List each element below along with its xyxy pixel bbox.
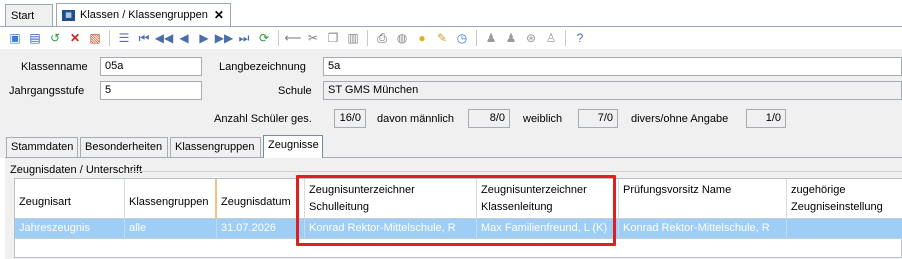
cut-icon[interactable]: ✂ (305, 30, 321, 46)
col-header-klassengruppen[interactable]: Klassengruppen (125, 179, 217, 219)
jahrgangsstufe-label: Jahrgangsstufe (9, 85, 85, 97)
langbezeichnung-label: Langbezeichnung (219, 61, 306, 73)
tab-start-label: Start (11, 9, 35, 22)
annotation-highlight-box (296, 175, 616, 246)
bulb-icon[interactable]: ● (414, 30, 430, 46)
first-icon[interactable]: ⏮ (136, 30, 152, 46)
klassenname-label: Klassenname (21, 61, 88, 73)
toolbar-separator (565, 30, 566, 46)
col-header-zeugniseinstellung[interactable]: zugehörige Zeugniseinstellung (787, 179, 902, 219)
divers-label: divers/ohne Angabe (631, 113, 729, 125)
help-icon[interactable]: ? (572, 30, 588, 46)
tab-klassen-label: Klassen / Klassengruppen (80, 9, 208, 21)
delete-icon[interactable]: ✕ (67, 30, 83, 46)
undo-icon[interactable]: ↺ (47, 30, 63, 46)
schule-label: Schule (278, 85, 312, 97)
next-icon[interactable]: ▶ (196, 30, 212, 46)
tab-klassen[interactable]: ▦ Klassen / Klassengruppen ✕ (56, 3, 231, 26)
table-icon: ▦ (62, 9, 75, 21)
cell-zeugnisart[interactable]: Jahreszeugnis (15, 219, 125, 238)
col-header-zeugnisdatum[interactable]: Zeugnisdatum (217, 179, 305, 219)
tab-klassengruppen[interactable]: Klassengruppen (170, 137, 261, 158)
tab-zeugnisse[interactable]: Zeugnisse (263, 135, 323, 158)
prev-icon[interactable]: ◀ (176, 30, 192, 46)
jahrgangsstufe-field[interactable]: 5 (100, 81, 202, 100)
clock-icon[interactable]: ◷ (454, 30, 470, 46)
close-icon[interactable]: ✕ (214, 8, 224, 22)
cell-zeugniseinstellung[interactable] (787, 219, 902, 238)
maennlich-value: 8/0 (468, 109, 510, 128)
schule-field: ST GMS München (323, 81, 902, 100)
filter-icon[interactable]: ⊛ (523, 30, 539, 46)
print-icon[interactable]: ⎙ (374, 30, 390, 46)
tab-start[interactable]: Start (5, 4, 53, 26)
tab-besonderheiten[interactable]: Besonderheiten (80, 137, 168, 158)
section-divider (130, 171, 902, 172)
preview-icon[interactable]: ◍ (394, 30, 410, 46)
next-page-icon[interactable]: ▶▶ (215, 30, 233, 46)
copy-record-icon[interactable]: ▧ (87, 30, 103, 46)
maennlich-label: davon männlich (377, 113, 455, 125)
group2-icon[interactable]: ♟ (503, 30, 519, 46)
save-icon[interactable]: ▤ (27, 30, 43, 46)
back-icon[interactable]: ⟵ (284, 30, 301, 46)
toolbar-separator (476, 30, 477, 46)
new-icon[interactable]: ▣ (7, 30, 23, 46)
paste-icon[interactable]: ▥ (345, 30, 361, 46)
copy-icon[interactable]: ❐ (325, 30, 341, 46)
weiblich-value: 7/0 (578, 109, 618, 128)
cell-klassengruppen[interactable]: alle (125, 219, 217, 238)
users-icon[interactable]: ♙ (543, 30, 559, 46)
divers-value: 1/0 (746, 109, 786, 128)
refresh-icon[interactable]: ⟳ (256, 30, 272, 46)
anzahl-value: 16/0 (334, 109, 366, 128)
cell-pruefungsvorsitz[interactable]: Konrad Rektor-Mittelschule, R (619, 219, 787, 238)
clean-icon[interactable]: ✎ (434, 30, 450, 46)
tab-stammdaten[interactable]: Stammdaten (6, 137, 78, 158)
toolbar-separator (278, 30, 279, 46)
langbezeichnung-field[interactable]: 5a (323, 57, 902, 76)
list-icon[interactable]: ☰ (116, 30, 132, 46)
toolbar-separator (367, 30, 368, 46)
toolbar: ▣ ▤ ↺ ✕ ▧ ☰ ⏮ ◀◀ ◀ ▶ ▶▶ ⏭ ⟳ ⟵ ✂ ❐ ▥ ⎙ ◍ … (0, 27, 902, 49)
prev-page-icon[interactable]: ◀◀ (155, 30, 173, 46)
toolbar-separator (109, 30, 110, 46)
weiblich-label: weiblich (523, 113, 563, 125)
col-header-zeugnisart[interactable]: Zeugnisart (15, 179, 125, 219)
col-header-pruefungsvorsitz[interactable]: Prüfungsvorsitz Name (619, 179, 787, 219)
klassenname-field[interactable]: 05a (100, 57, 202, 76)
last-icon[interactable]: ⏭ (236, 30, 252, 46)
section-title: Zeugnisdaten / Unterschrift (10, 164, 143, 176)
anzahl-label: Anzahl Schüler ges. (214, 113, 312, 125)
cell-zeugnisdatum[interactable]: 31.07.2026 (217, 219, 305, 238)
group-icon[interactable]: ♟ (483, 30, 499, 46)
